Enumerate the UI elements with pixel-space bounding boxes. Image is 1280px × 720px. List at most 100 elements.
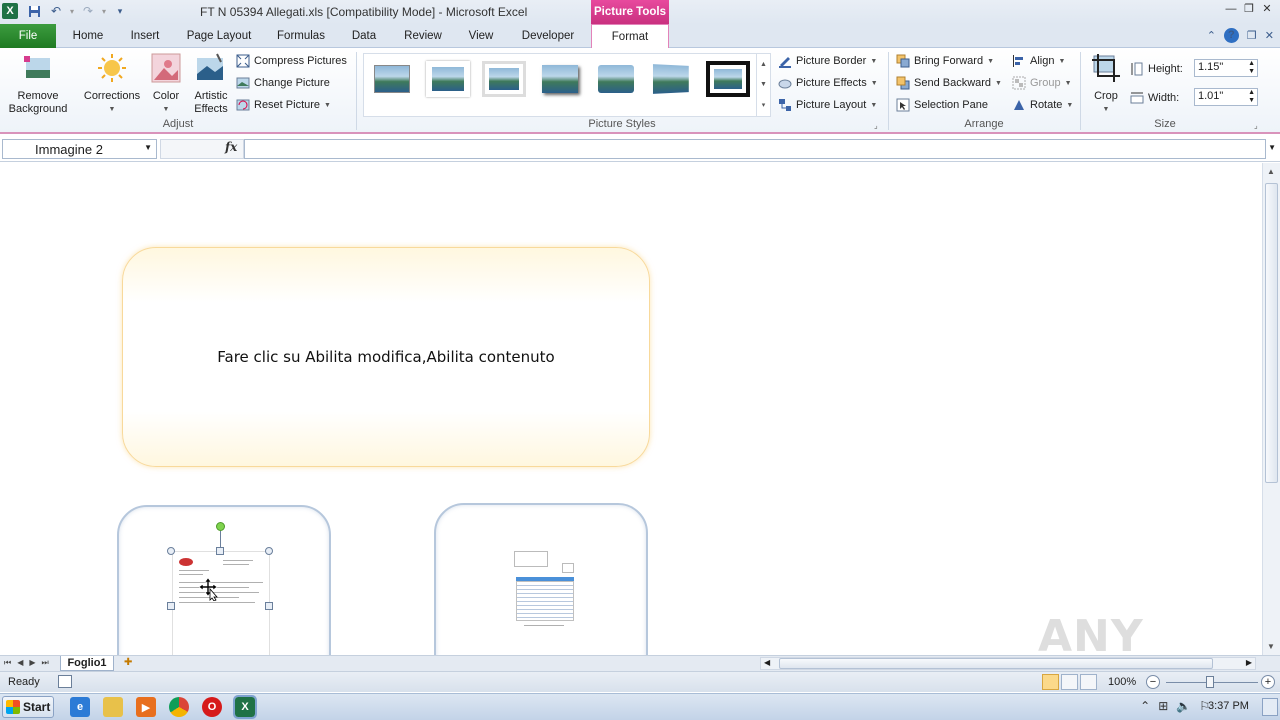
width-input[interactable]: 1.01" ▲ ▼ [1194,88,1258,106]
chrome-icon[interactable] [169,697,189,717]
scroll-right-icon[interactable]: ▶ [1246,658,1252,667]
name-box-dropdown-icon[interactable]: ▼ [144,143,152,152]
reset-picture-button[interactable]: Reset Picture ▼ [236,96,331,114]
scroll-down-icon[interactable]: ▼ [1267,642,1275,651]
tab-review[interactable]: Review [396,24,450,48]
next-sheet-icon[interactable]: ▶ [29,658,35,668]
page-break-view-icon[interactable] [1080,674,1097,690]
redo-icon[interactable]: ↷ [80,3,96,19]
zoom-out-icon[interactable]: − [1146,675,1160,689]
zoom-level[interactable]: 100% [1108,676,1136,688]
undo-dropdown-icon[interactable]: ▾ [70,7,74,16]
workbook-close-icon[interactable]: ✕ [1265,29,1274,42]
media-player-icon[interactable]: ▶ [136,697,156,717]
vertical-scroll-thumb[interactable] [1265,183,1278,483]
tray-expand-icon[interactable]: ⌃ [1140,699,1150,713]
rotation-handle[interactable] [216,522,225,531]
sheet-tab-foglio1[interactable]: Foglio1 [60,656,114,671]
undo-icon[interactable]: ↶ [48,3,64,19]
picture-style-thumb[interactable] [370,61,414,97]
corrections-button[interactable]: Corrections ▼ [80,52,144,116]
selection-pane-button[interactable]: Selection Pane [896,96,988,114]
picture-border-button[interactable]: Picture Border ▼ [778,52,877,70]
opera-icon[interactable]: O [202,697,222,717]
bring-forward-button[interactable]: Bring Forward ▼ [896,52,994,70]
change-picture-button[interactable]: Change Picture [236,74,330,92]
picture-layout-button[interactable]: Picture Layout ▼ [778,96,877,114]
dialog-launcher-icon[interactable]: ⌟ [1254,121,1258,130]
tab-data[interactable]: Data [344,24,384,48]
restore-icon[interactable]: ❐ [1242,2,1256,16]
gallery-down-icon[interactable]: ▼ [760,81,767,88]
save-icon[interactable] [26,3,42,19]
picture-frame-left[interactable] [117,505,331,655]
vertical-scrollbar[interactable]: ▲ ▼ [1262,163,1280,655]
excel-logo-icon[interactable]: X [2,3,18,19]
instruction-callout-shape[interactable]: Fare clic su Abilita modifica,Abilita co… [122,247,650,467]
taskbar-clock[interactable]: 3:37 PM [1208,700,1249,712]
picture-style-thumb[interactable] [426,61,470,97]
scroll-up-icon[interactable]: ▲ [1267,167,1275,176]
horizontal-scrollbar[interactable]: ◀ ▶ [760,657,1256,670]
crop-button[interactable]: Crop ▼ [1086,52,1126,116]
invoice-thumbnail-image[interactable] [514,551,576,631]
rotate-button[interactable]: Rotate ▼ [1012,96,1073,114]
height-spinner-icon[interactable]: ▲ ▼ [1248,60,1255,76]
volume-icon[interactable]: 🔈 [1176,699,1191,713]
height-input[interactable]: 1.15" ▲ ▼ [1194,59,1258,77]
worksheet-area[interactable]: Fare clic su Abilita modifica,Abilita co… [0,163,1262,655]
first-sheet-icon[interactable]: ⏮ [4,658,11,668]
horizontal-scroll-thumb[interactable] [779,658,1213,669]
send-backward-button[interactable]: Send Backward ▼ [896,74,1002,92]
compress-pictures-button[interactable]: Compress Pictures [236,52,347,70]
zoom-slider-knob[interactable] [1206,676,1214,688]
scroll-left-icon[interactable]: ◀ [764,658,770,667]
zoom-in-icon[interactable]: + [1261,675,1275,689]
document-thumbnail-image[interactable] [172,551,270,655]
gallery-up-icon[interactable]: ▲ [760,61,767,68]
tab-view[interactable]: View [460,24,502,48]
width-spinner-icon[interactable]: ▲ ▼ [1248,89,1255,105]
tab-formulas[interactable]: Formulas [270,24,332,48]
dialog-launcher-icon[interactable]: ⌟ [874,121,878,130]
tab-home[interactable]: Home [64,24,112,48]
gallery-more-icon[interactable]: ▾ [762,101,766,109]
redo-dropdown-icon[interactable]: ▾ [102,7,106,16]
tab-developer[interactable]: Developer [512,24,584,48]
remove-background-button[interactable]: Remove Background [4,52,72,116]
expand-formula-bar-icon[interactable]: ▼ [1268,143,1276,152]
picture-style-thumb[interactable] [594,61,638,97]
normal-view-icon[interactable] [1042,674,1059,690]
group-button[interactable]: Group ▼ [1012,74,1072,92]
artistic-effects-button[interactable]: Artistic Effects [188,52,234,116]
resize-handle-w[interactable] [167,602,175,610]
picture-effects-button[interactable]: Picture Effects ▼ [778,74,878,92]
resize-handle-e[interactable] [265,602,273,610]
picture-style-thumb[interactable] [538,61,582,97]
last-sheet-icon[interactable]: ⏭ [42,658,49,668]
resize-handle-nw[interactable] [167,547,175,555]
picture-style-thumb[interactable] [650,61,694,97]
picture-frame-right[interactable] [434,503,648,655]
network-icon[interactable]: ⊞ [1158,699,1168,713]
name-box[interactable]: Immagine 2 ▼ [2,139,157,159]
align-button[interactable]: Align ▼ [1012,52,1065,70]
minimize-icon[interactable]: — [1224,2,1238,16]
prev-sheet-icon[interactable]: ◀ [17,658,23,668]
workbook-restore-icon[interactable]: ❐ [1247,29,1257,42]
tab-format[interactable]: Format [591,24,669,49]
picture-styles-gallery[interactable]: ▲ ▼ ▾ [363,53,771,117]
internet-explorer-icon[interactable]: e [70,697,90,717]
show-desktop-button[interactable] [1262,698,1278,716]
resize-handle-n[interactable] [216,547,224,555]
gallery-scroll[interactable]: ▲ ▼ ▾ [756,54,770,116]
tab-file[interactable]: File [0,24,56,48]
color-button[interactable]: Color ▼ [146,52,186,116]
minimize-ribbon-icon[interactable]: ⌃ [1207,29,1216,42]
insert-function-button[interactable]: fx [225,140,237,154]
macro-recording-icon[interactable] [58,675,72,688]
customize-qat-icon[interactable]: ▾ [112,3,128,19]
tab-page-layout[interactable]: Page Layout [180,24,258,48]
file-explorer-icon[interactable] [103,697,123,717]
tab-insert[interactable]: Insert [122,24,168,48]
